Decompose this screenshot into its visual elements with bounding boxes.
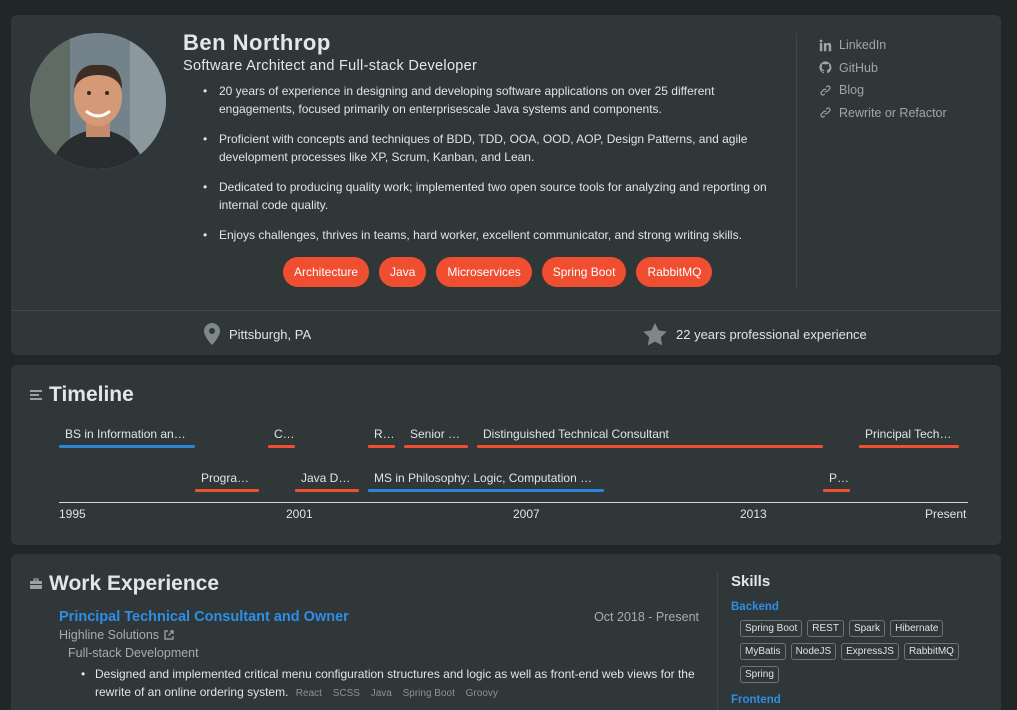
timeline-axis [59, 502, 968, 503]
job-title[interactable]: Principal Technical Consultant and Owner [59, 609, 349, 625]
tech-item: Spring Boot [402, 688, 455, 699]
work-header: Work Experience [29, 572, 219, 596]
experience-label: 22 years professional experience [676, 327, 867, 342]
skills-title: Skills [731, 573, 771, 590]
tech-item: React [295, 688, 322, 699]
job-description: Designed and implemented critical menu c… [77, 665, 707, 703]
timeline-entry[interactable]: BS in Information and ... [59, 426, 195, 448]
link-github[interactable]: GitHub [819, 57, 947, 80]
skill-chip: MyBatis [740, 643, 786, 660]
company-link[interactable]: Highline Solutions [59, 628, 174, 642]
link-label: GitHub [839, 60, 878, 75]
divider [717, 572, 718, 710]
axis-tick: 2007 [513, 507, 540, 521]
map-pin-icon [204, 323, 220, 345]
link-rewrite-or-refactor[interactable]: Rewrite or Refactor [819, 102, 947, 125]
timeline-entry-label: Pri... [829, 471, 850, 485]
linkedin-icon [819, 39, 832, 51]
timeline-entry-label: MS in Philosophy: Logic, Computation and… [374, 471, 604, 485]
skill-chip: REST [807, 620, 844, 637]
external-link-icon [164, 630, 174, 640]
timeline-entry-label: Co... [274, 427, 295, 441]
tag-microservices[interactable]: Microservices [436, 257, 532, 287]
timeline-entry[interactable]: Program... [195, 470, 259, 492]
timeline-entry[interactable]: Co... [268, 426, 295, 448]
timeline-entry-label: Program... [201, 471, 258, 485]
timeline-entry-label: BS in Information and ... [65, 427, 194, 441]
timeline-entry[interactable]: Senior C... [404, 426, 468, 448]
skill-chip: Spark [848, 620, 886, 637]
skill-category-frontend: Frontend [731, 694, 781, 706]
link-icon [820, 107, 831, 118]
timeline-entry-label: Java Dev... [301, 471, 359, 485]
profile-name: Ben Northrop [183, 30, 331, 55]
summary-list: 20 years of experience in designing and … [201, 82, 791, 256]
star-icon [643, 323, 667, 346]
axis-tick: 2001 [286, 507, 313, 521]
timeline-entry-label: Senior C... [410, 427, 467, 441]
profile-card: Ben Northrop Software Architect and Full… [11, 15, 1001, 355]
skill-chip: RabbitMQ [903, 643, 959, 660]
divider [11, 310, 1001, 311]
section-title: Timeline [49, 383, 134, 406]
tech-item: Java [370, 688, 392, 699]
profile-links: LinkedIn GitHub Blog Rewrite or Refactor [819, 34, 947, 124]
timeline-entry[interactable]: MS in Philosophy: Logic, Computation and… [368, 470, 604, 492]
skill-chip: Spring Boot [740, 620, 803, 637]
skill-chip: ExpressJS [841, 643, 899, 660]
skill-chips: Spring Boot REST Spark Hibernate MyBatis… [740, 620, 980, 683]
link-label: Rewrite or Refactor [839, 105, 947, 120]
link-label: Blog [839, 83, 865, 98]
tech-item: Groovy [465, 688, 498, 699]
briefcase-icon [30, 578, 42, 589]
summary-item: 20 years of experience in designing and … [201, 82, 791, 118]
timeline-entry-label: Distinguished Technical Consultant [483, 427, 669, 441]
company-name: Highline Solutions [59, 628, 160, 642]
tech-list: React SCSS Java Spring Boot Groovy [296, 688, 506, 699]
link-label: LinkedIn [839, 38, 887, 53]
work-experience-card: Work Experience Principal Technical Cons… [11, 554, 1001, 710]
axis-tick: 2013 [740, 507, 767, 521]
job-role: Full-stack Development [68, 646, 199, 660]
timeline-entry[interactable]: Distinguished Technical Consultant [477, 426, 823, 448]
timeline-entry-label: Principal Techni... [865, 427, 959, 441]
timeline-card: Timeline BS in Information and ... Co...… [11, 365, 1001, 545]
job-dates: Oct 2018 - Present [594, 610, 699, 624]
timeline-entry[interactable]: Re... [368, 426, 395, 448]
tag-spring-boot[interactable]: Spring Boot [541, 257, 627, 287]
skill-chip: NodeJS [790, 643, 837, 660]
skill-tags: Architecture Java Microservices Spring B… [283, 257, 713, 287]
tag-rabbitmq[interactable]: RabbitMQ [636, 257, 713, 287]
timeline-entry[interactable]: Java Dev... [295, 470, 359, 492]
axis-tick: 1995 [59, 507, 86, 521]
skill-chip: Spring [740, 666, 779, 683]
timeline-entry[interactable]: Principal Techni... [859, 426, 959, 448]
location: Pittsburgh, PA [204, 323, 311, 345]
list-icon [30, 390, 42, 400]
tag-architecture[interactable]: Architecture [283, 257, 370, 287]
link-icon [820, 85, 831, 96]
profile-role: Software Architect and Full-stack Develo… [183, 58, 478, 74]
location-label: Pittsburgh, PA [229, 326, 312, 342]
axis-tick: Present [925, 507, 967, 521]
summary-item: Enjoys challenges, thrives in teams, har… [201, 226, 791, 244]
skill-category-backend: Backend [731, 601, 779, 613]
section-title: Work Experience [49, 572, 220, 595]
timeline-header: Timeline [29, 383, 134, 407]
avatar [30, 33, 166, 169]
tech-item: SCSS [332, 688, 360, 699]
experience-summary: 22 years professional experience [643, 323, 867, 346]
summary-item: Dedicated to producing quality work; imp… [201, 178, 791, 214]
summary-item: Proficient with concepts and techniques … [201, 130, 791, 166]
tag-java[interactable]: Java [379, 257, 427, 287]
github-icon [819, 61, 832, 74]
link-linkedin[interactable]: LinkedIn [819, 34, 947, 57]
skill-chip: Hibernate [890, 620, 944, 637]
timeline-entry-label: Re... [374, 427, 395, 441]
link-blog[interactable]: Blog [819, 79, 947, 102]
timeline-entry[interactable]: Pri... [823, 470, 850, 492]
divider [796, 33, 797, 289]
